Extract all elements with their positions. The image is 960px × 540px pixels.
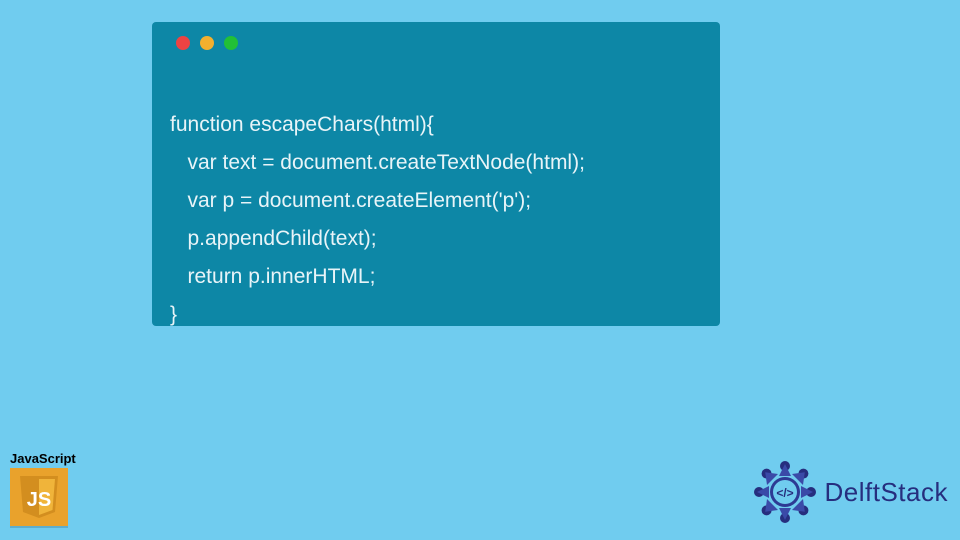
code-line: var text = document.createTextNode(html)… [170, 151, 585, 174]
svg-text:</>: </> [776, 486, 793, 500]
delftstack-text: DelftStack [825, 477, 949, 508]
code-line: } [170, 303, 177, 326]
maximize-icon [224, 36, 238, 50]
svg-text:JS: JS [27, 489, 51, 511]
code-line: p.appendChild(text); [170, 227, 377, 250]
javascript-badge: JavaScript JS [10, 451, 80, 526]
code-line: return p.innerHTML; [170, 265, 375, 288]
window-traffic-lights [170, 36, 702, 50]
minimize-icon [200, 36, 214, 50]
code-block: function escapeChars(html){ var text = d… [170, 68, 702, 334]
code-line: function escapeChars(html){ [170, 113, 434, 136]
code-line: var p = document.createElement('p'); [170, 189, 531, 212]
javascript-logo-icon: JS [10, 468, 68, 526]
javascript-label: JavaScript [10, 451, 80, 466]
delftstack-logo-icon: </> [751, 458, 819, 526]
delftstack-brand: </> DelftStack [751, 458, 949, 526]
code-window: function escapeChars(html){ var text = d… [152, 22, 720, 326]
close-icon [176, 36, 190, 50]
